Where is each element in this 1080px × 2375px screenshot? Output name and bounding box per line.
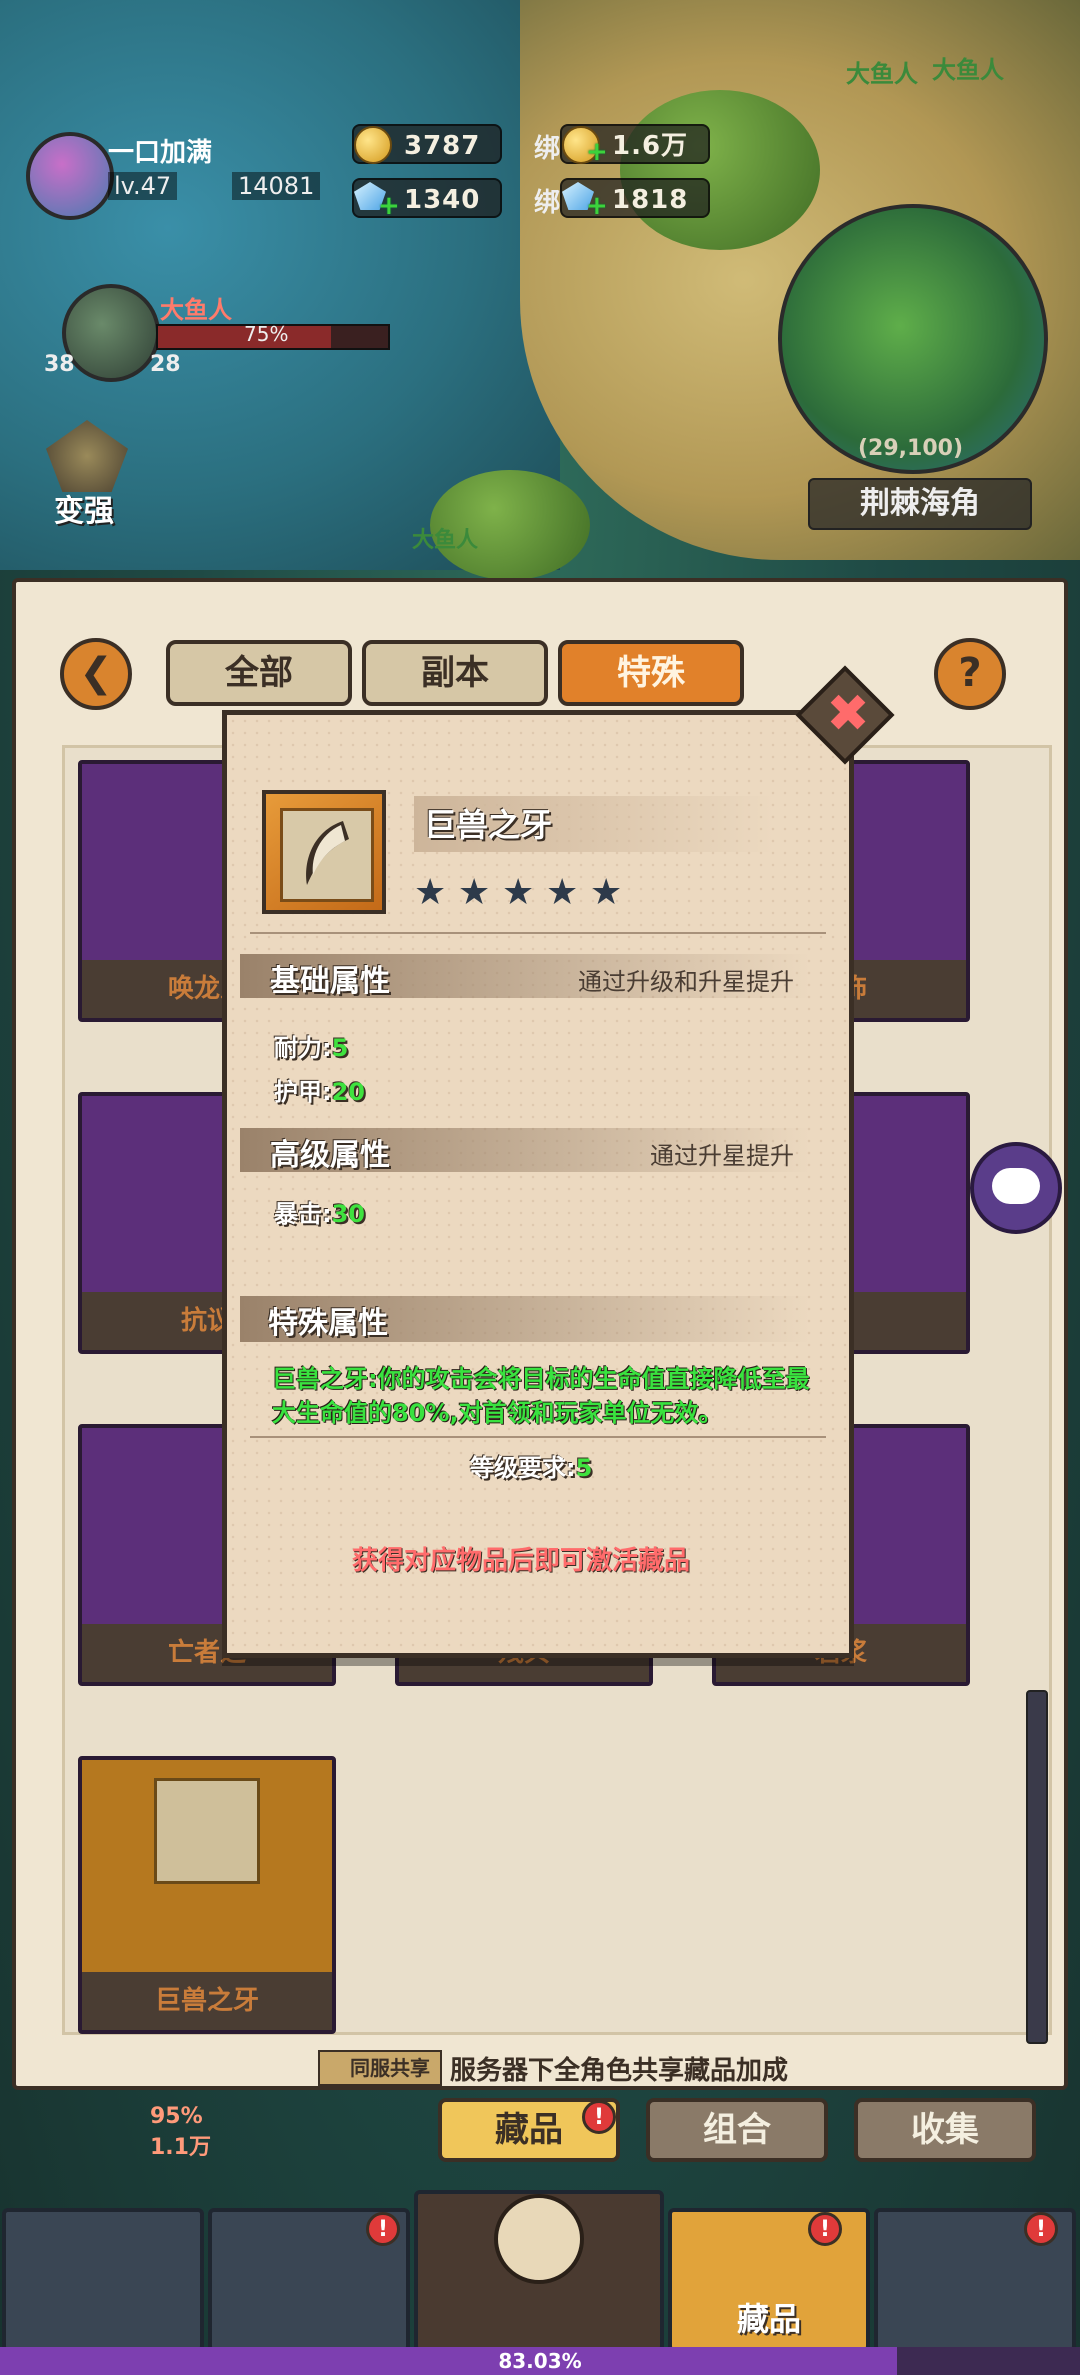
- skull-icon: [494, 2194, 584, 2284]
- boss-portrait[interactable]: [62, 284, 160, 382]
- tab-dungeon-label: 副本: [421, 653, 489, 693]
- advanced-section-hint: 通过升星提升: [650, 1142, 794, 1170]
- tab-dungeon[interactable]: 副本: [362, 640, 548, 706]
- star-icon: ★: [590, 872, 623, 913]
- exp-progress-label: 83.03%: [498, 2349, 582, 2373]
- alert-badge: !: [582, 2100, 616, 2134]
- nav-stone[interactable]: [2, 2208, 204, 2352]
- bound-gold-value: 1.6万: [612, 131, 689, 161]
- add-bound-gold-icon[interactable]: +: [586, 139, 608, 165]
- item-icon: [262, 790, 386, 914]
- area-name: 荆棘海角: [860, 486, 980, 521]
- star-icon: ★: [502, 872, 535, 913]
- back-arrow-icon: ❮: [79, 650, 113, 696]
- basic-section-hint: 通过升级和升星提升: [578, 968, 794, 996]
- tab-special[interactable]: 特殊: [558, 640, 744, 706]
- card-name: 巨兽之牙: [82, 1972, 332, 2030]
- gem-value: 1340: [404, 185, 481, 215]
- alert-badge: !: [808, 2212, 842, 2246]
- upgrade-label[interactable]: 变强: [54, 486, 114, 530]
- left-stat-percent: 95%: [150, 2104, 203, 2129]
- left-stat: 95% 1.1万: [150, 2104, 211, 2161]
- tab-all[interactable]: 全部: [166, 640, 352, 706]
- fang-icon: [306, 821, 349, 885]
- share-tag: 同服共享: [318, 2050, 442, 2086]
- power-value: 14081: [232, 172, 321, 200]
- basic-section-title: 基础属性: [270, 964, 390, 999]
- attr-stamina: 耐力:5: [274, 1028, 348, 1063]
- fang-icon: [154, 1778, 260, 1884]
- boss-name: 大鱼人: [160, 296, 232, 324]
- player-level: lv.47: [108, 172, 178, 200]
- level-req-label: 等级要求:: [470, 1454, 576, 1482]
- attr-label: 暴击:: [274, 1200, 332, 1228]
- map-boss-label: 大鱼人: [846, 60, 918, 88]
- bound-gold-label: 绑: [534, 134, 561, 164]
- subtab-collect[interactable]: 收集: [854, 2098, 1036, 2162]
- attr-value: 30: [331, 1200, 366, 1228]
- exp-progress-bar: 83.03%: [0, 2347, 1080, 2375]
- attr-value: 20: [331, 1078, 366, 1106]
- chat-icon: [992, 1168, 1040, 1204]
- subtab-combo-label: 组合: [703, 2110, 771, 2150]
- gold-coin-icon: [354, 126, 392, 164]
- map-bottom-label: 大鱼人: [412, 528, 479, 553]
- help-button[interactable]: ?: [934, 638, 1006, 710]
- player-name: 一口加满: [108, 138, 213, 168]
- divider: [250, 932, 826, 934]
- back-button[interactable]: ❮: [60, 638, 132, 710]
- subtab-collect-label: 收集: [911, 2110, 979, 2150]
- map-tree: [620, 90, 820, 250]
- add-gem-icon[interactable]: +: [378, 193, 400, 219]
- attr-crit: 暴击:30: [274, 1194, 365, 1229]
- add-bound-gem-icon[interactable]: +: [586, 193, 608, 219]
- alert-badge: !: [366, 2212, 400, 2246]
- attr-label: 护甲:: [274, 1078, 332, 1106]
- star-icon: ★: [414, 872, 447, 913]
- area-name-plate[interactable]: 荆棘海角: [808, 478, 1032, 530]
- boss-stat-right: 28: [150, 352, 181, 377]
- boss-hp-percent: 75%: [244, 322, 289, 346]
- advanced-section-title: 高级属性: [270, 1138, 390, 1173]
- activate-hint: 获得对应物品后即可激活藏品: [352, 1546, 691, 1576]
- chat-button[interactable]: [970, 1142, 1062, 1234]
- share-tag-label: 同服共享: [350, 2056, 430, 2080]
- special-description: 巨兽之牙:你的攻击会将目标的生命值直接降低至最大生命值的80%,对首领和玩家单位…: [272, 1365, 810, 1427]
- scrollbar[interactable]: [1026, 1690, 1048, 2044]
- subtab-combo[interactable]: 组合: [646, 2098, 828, 2162]
- item-name: 巨兽之牙: [424, 806, 553, 844]
- tab-all-label: 全部: [225, 653, 293, 693]
- subtab-collection-label: 藏品: [495, 2110, 563, 2150]
- star-icon: ★: [458, 872, 491, 913]
- bound-gem-label: 绑: [534, 188, 561, 218]
- divider: [250, 1436, 826, 1438]
- attr-value: 5: [331, 1034, 349, 1062]
- map-coords: (29,100): [858, 436, 964, 461]
- attr-armor: 护甲:20: [274, 1072, 365, 1107]
- bound-gem-value: 1818: [612, 185, 689, 215]
- minimap[interactable]: [778, 204, 1048, 474]
- boss-stat-left: 38: [44, 352, 75, 377]
- collection-card-selected[interactable]: 巨兽之牙: [78, 1756, 336, 2034]
- level-requirement: 等级要求:5: [470, 1448, 592, 1483]
- avatar[interactable]: [26, 132, 114, 220]
- share-text: 服务器下全角色共享藏品加成: [450, 2056, 789, 2086]
- close-icon[interactable]: ✖: [820, 686, 876, 742]
- left-stat-value: 1.1万: [150, 2135, 211, 2160]
- tab-special-label: 特殊: [617, 653, 685, 693]
- help-icon: ?: [958, 650, 982, 696]
- attr-label: 耐力:: [274, 1034, 332, 1062]
- nav-collection-label: 藏品: [736, 2300, 801, 2338]
- map-boss-label: 大鱼人: [932, 56, 1004, 84]
- gold-value: 3787: [404, 131, 481, 161]
- star-icon: ★: [546, 872, 579, 913]
- special-section-title: 特殊属性: [268, 1306, 388, 1341]
- level-req-value: 5: [575, 1454, 593, 1482]
- alert-badge: !: [1024, 2212, 1058, 2246]
